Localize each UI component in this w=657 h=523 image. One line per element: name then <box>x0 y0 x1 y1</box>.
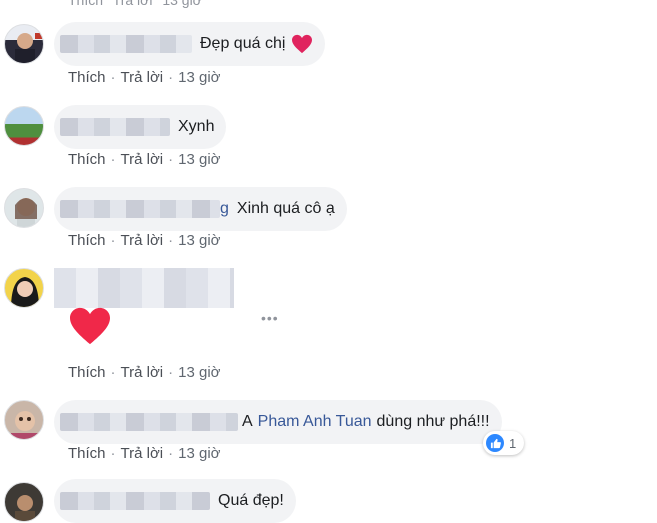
like-link[interactable]: Thích <box>68 151 106 168</box>
reaction-summary[interactable]: 1 <box>483 431 525 455</box>
avatar-photo <box>15 33 43 63</box>
avatar-photo <box>15 198 37 227</box>
comment-text: Đẹp quá chị <box>200 35 286 52</box>
like-link[interactable]: Thích <box>68 445 106 462</box>
comment-bubble: Quá đẹp! <box>54 479 296 523</box>
blurred-name[interactable] <box>60 492 210 510</box>
reply-link[interactable]: Trả lời <box>121 151 164 168</box>
avatar[interactable] <box>4 400 44 440</box>
reply-link[interactable]: Trả lời <box>121 445 164 462</box>
blurred-name[interactable] <box>60 35 192 53</box>
timestamp: 13 giờ <box>178 151 221 168</box>
previous-comment-actions: Thích Trả lời 13 giờ <box>68 0 208 8</box>
blurred-name[interactable] <box>54 268 234 308</box>
like-reaction-icon <box>486 434 504 452</box>
avatar[interactable] <box>4 24 44 64</box>
reaction-count: 1 <box>509 435 517 451</box>
timestamp: 13 giờ <box>178 445 221 462</box>
like-link[interactable]: Thích <box>68 232 106 249</box>
comment-bubble: g Xinh quá cô ạ <box>54 187 347 231</box>
comment-text: Xynh <box>178 118 215 135</box>
name-tail[interactable]: g <box>220 200 229 218</box>
avatar-photo <box>11 411 39 439</box>
like-link[interactable]: Thích <box>68 0 103 8</box>
reply-link[interactable]: Trả lời <box>121 364 164 381</box>
comment-actions: Thích · Trả lời · 13 giờ <box>68 151 221 168</box>
comment-text: dùng như phá!!! <box>376 413 490 430</box>
avatar-photo <box>15 495 35 521</box>
reply-link[interactable]: Trả lời <box>121 69 164 86</box>
blurred-name[interactable] <box>60 413 238 431</box>
comment-text: Xinh quá cô ạ <box>236 200 335 217</box>
avatar[interactable] <box>4 268 44 308</box>
blurred-name[interactable] <box>60 200 220 218</box>
reply-link[interactable]: Trả lời <box>121 232 164 249</box>
comment-bubble: Đẹp quá chị <box>54 22 326 66</box>
heart-sticker-icon <box>70 307 110 345</box>
reply-link[interactable]: Trả lời <box>113 0 153 8</box>
comment-actions: Thích · Trả lời · 13 giờ <box>68 445 221 462</box>
timestamp: 13 giờ <box>162 0 202 8</box>
comment-text: Quá đẹp! <box>218 492 284 509</box>
comment-bubble: A Pham Anh Tuan dùng như phá!!! <box>54 400 502 444</box>
comment-actions: Thích · Trả lời · 13 giờ <box>68 232 221 249</box>
heart-icon <box>292 34 313 54</box>
comment-prefix: A <box>242 413 253 430</box>
comment-bubble: Xynh <box>54 105 227 149</box>
avatar[interactable] <box>4 482 44 522</box>
avatar[interactable] <box>4 106 44 146</box>
avatar-photo <box>11 277 39 307</box>
blurred-name[interactable] <box>60 118 170 136</box>
comment-actions: Thích · Trả lời · 13 giờ <box>68 364 221 381</box>
timestamp: 13 giờ <box>178 364 221 381</box>
comment-actions: Thích · Trả lời · 13 giờ <box>68 69 221 86</box>
avatar[interactable] <box>4 188 44 228</box>
more-options-icon[interactable]: ••• <box>261 310 279 326</box>
timestamp: 13 giờ <box>178 69 221 86</box>
like-link[interactable]: Thích <box>68 69 106 86</box>
like-link[interactable]: Thích <box>68 364 106 381</box>
timestamp: 13 giờ <box>178 232 221 249</box>
mention-link[interactable]: Pham Anh Tuan <box>258 413 372 431</box>
